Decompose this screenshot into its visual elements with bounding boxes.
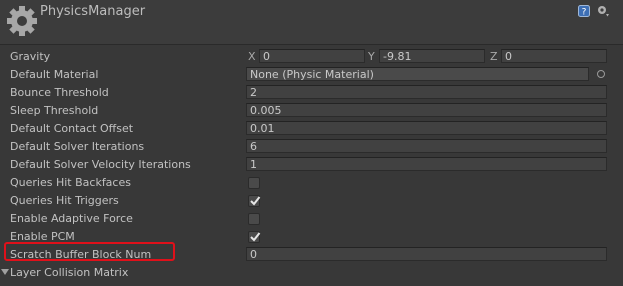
gravity-x-field[interactable]: 0 — [259, 49, 365, 63]
default-solver-velocity-iterations-field[interactable]: 1 — [246, 157, 607, 171]
gravity-y-label: Y — [368, 50, 375, 63]
default-material-field[interactable]: None (Physic Material) — [246, 67, 589, 81]
queries-hit-backfaces-label: Queries Hit Backfaces — [10, 176, 131, 189]
sleep-threshold-label: Sleep Threshold — [10, 104, 99, 117]
red-highlight-box — [4, 242, 175, 261]
default-solver-velocity-iterations-row: Default Solver Velocity Iterations 1 — [0, 156, 623, 174]
default-contact-offset-field[interactable]: 0.01 — [246, 121, 607, 135]
bounce-threshold-field[interactable]: 2 — [246, 85, 607, 99]
enable-adaptive-force-label: Enable Adaptive Force — [10, 212, 133, 225]
gravity-row: Gravity X 0 Y -9.81 Z 0 — [0, 48, 623, 66]
bounce-threshold-label: Bounce Threshold — [10, 86, 109, 99]
enable-adaptive-force-checkbox[interactable] — [248, 213, 260, 225]
sleep-threshold-row: Sleep Threshold 0.005 — [0, 102, 623, 120]
default-solver-iterations-label: Default Solver Iterations — [10, 140, 145, 153]
queries-hit-triggers-label: Queries Hit Triggers — [10, 194, 119, 207]
help-icon[interactable]: ? — [578, 5, 590, 17]
checkmark-icon — [250, 232, 261, 242]
enable-adaptive-force-row: Enable Adaptive Force — [0, 210, 623, 228]
gravity-z-field[interactable]: 0 — [501, 49, 607, 63]
gravity-z-label: Z — [490, 50, 498, 63]
component-title: PhysicsManager — [40, 4, 146, 19]
sleep-threshold-field[interactable]: 0.005 — [246, 103, 607, 117]
default-contact-offset-row: Default Contact Offset 0.01 — [0, 120, 623, 138]
gravity-x-label: X — [248, 50, 256, 63]
bounce-threshold-row: Bounce Threshold 2 — [0, 84, 623, 102]
queries-hit-triggers-checkbox[interactable] — [248, 195, 261, 207]
gravity-label: Gravity — [10, 50, 51, 63]
foldout-arrow-icon[interactable] — [1, 269, 9, 275]
default-material-label: Default Material — [10, 68, 99, 81]
default-solver-velocity-iterations-label: Default Solver Velocity Iterations — [10, 158, 191, 171]
enable-pcm-checkbox[interactable] — [248, 231, 261, 243]
layer-collision-matrix-label: Layer Collision Matrix — [10, 266, 129, 279]
queries-hit-backfaces-checkbox[interactable] — [248, 177, 260, 189]
inspector-header: PhysicsManager ? — [0, 0, 623, 45]
gear-icon — [7, 6, 37, 36]
checkmark-icon — [250, 196, 261, 206]
object-picker-icon[interactable] — [597, 70, 605, 78]
default-solver-iterations-row: Default Solver Iterations 6 — [0, 138, 623, 156]
layer-collision-matrix-foldout[interactable]: Layer Collision Matrix — [0, 264, 623, 282]
scratch-buffer-block-num-field[interactable]: 0 — [246, 247, 607, 261]
queries-hit-backfaces-row: Queries Hit Backfaces — [0, 174, 623, 192]
settings-gear-icon[interactable] — [596, 4, 610, 18]
gravity-y-field[interactable]: -9.81 — [379, 49, 485, 63]
default-material-row: Default Material None (Physic Material) — [0, 66, 623, 84]
queries-hit-triggers-row: Queries Hit Triggers — [0, 192, 623, 210]
svg-text:?: ? — [582, 8, 587, 18]
default-contact-offset-label: Default Contact Offset — [10, 122, 134, 135]
default-solver-iterations-field[interactable]: 6 — [246, 139, 607, 153]
